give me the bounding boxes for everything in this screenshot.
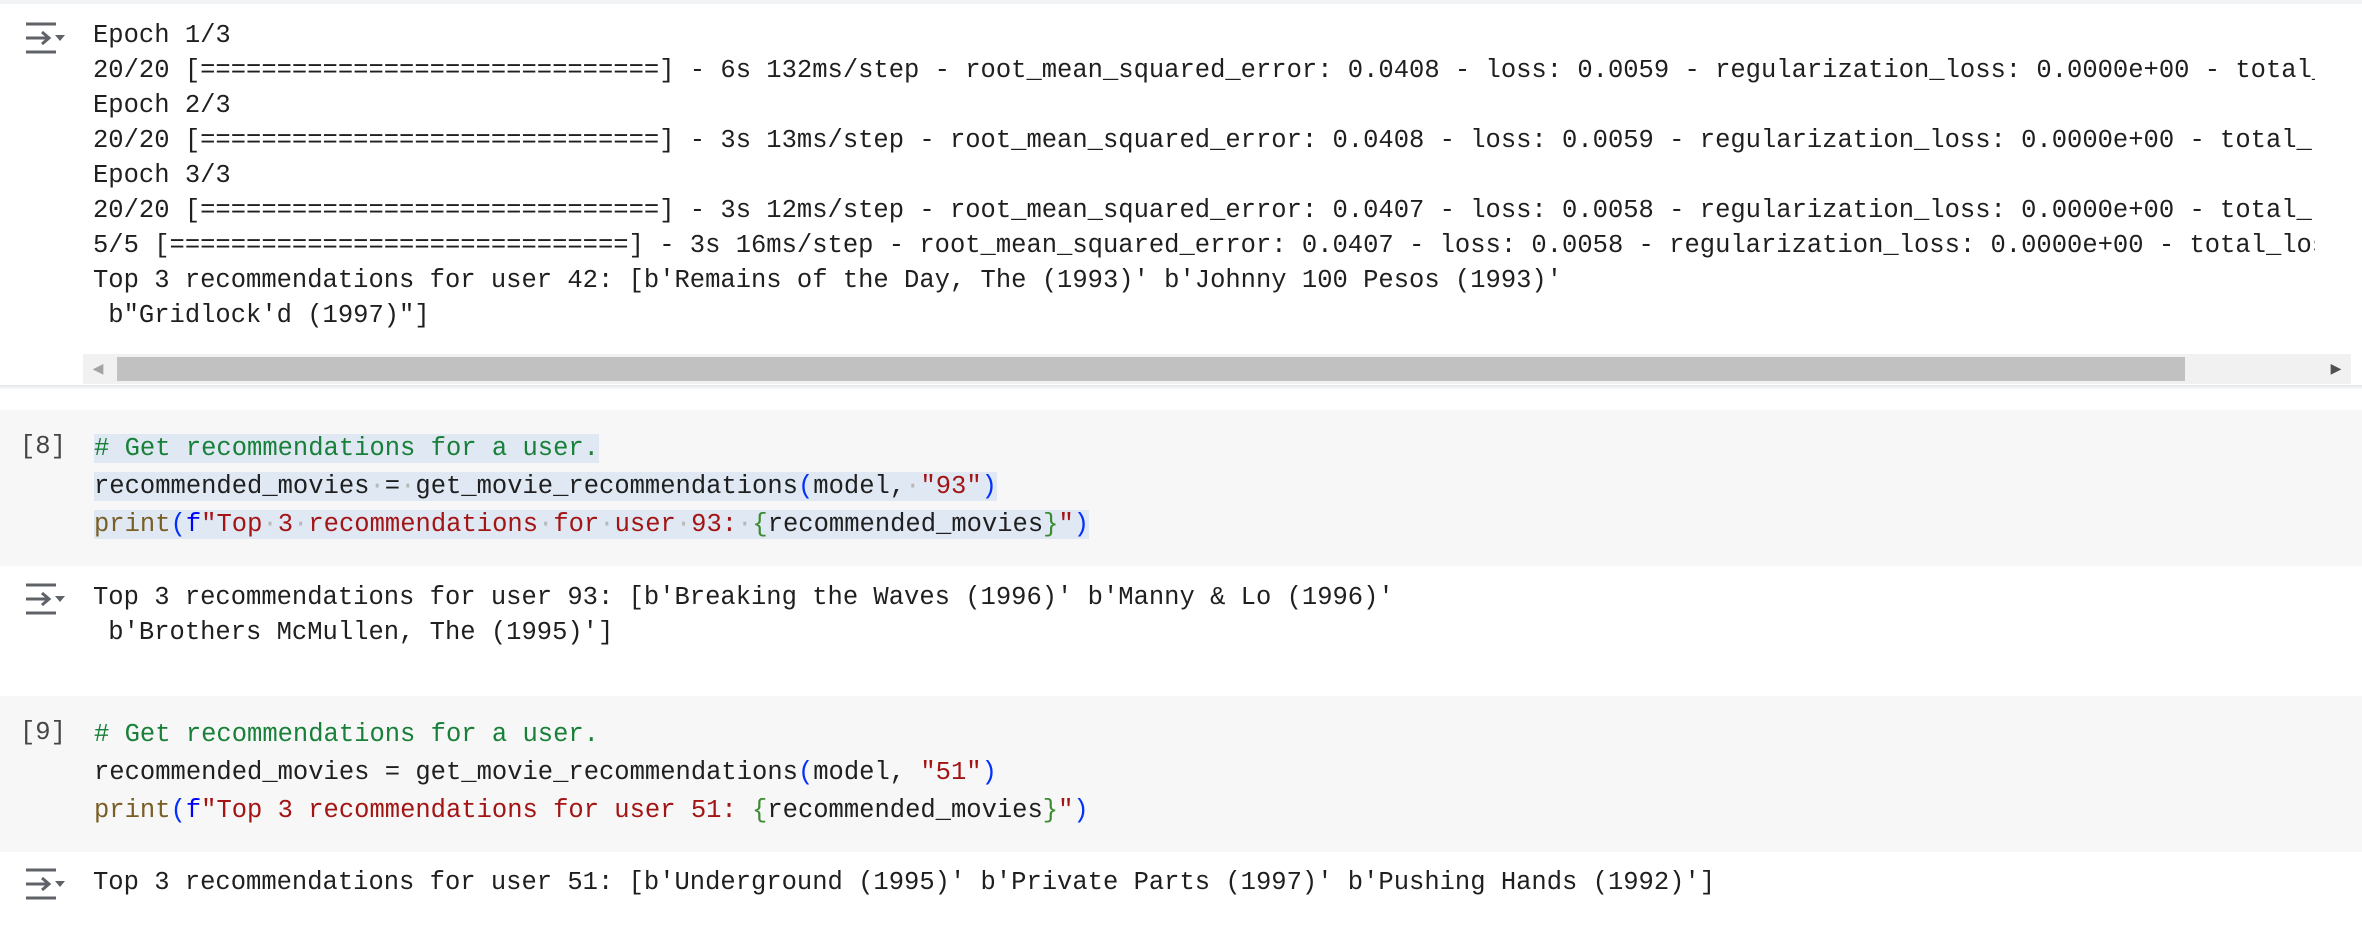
- output-text: Top 3 recommendations for user 51: [b'Un…: [93, 865, 1715, 900]
- paren: ): [1073, 510, 1090, 539]
- scrollbar-thumb[interactable]: [117, 357, 2185, 381]
- log-line: 20/20 [==============================] -…: [93, 196, 2315, 225]
- code-line: print(f"Top 3 recommendations for user 5…: [94, 792, 1089, 830]
- code-cell-9[interactable]: [9] # Get recommendations for a user. re…: [0, 696, 2362, 852]
- training-output: Epoch 1/3 20/20 [=======================…: [0, 0, 2362, 390]
- chevron-right-icon[interactable]: ▶: [2321, 354, 2351, 384]
- code-line: recommended_movies·=·get_movie_recommend…: [94, 468, 1089, 506]
- paren: ): [981, 758, 997, 787]
- log-line: 20/20 [==============================] -…: [93, 56, 2315, 85]
- expression: recommended_movies: [767, 510, 1044, 539]
- operator: ·=·: [369, 472, 416, 501]
- string-literal: "93": [920, 472, 982, 501]
- string-literal: ": [1058, 796, 1074, 825]
- horizontal-scrollbar[interactable]: ◀ ▶: [83, 354, 2351, 384]
- log-line: 20/20 [==============================] -…: [93, 126, 2315, 155]
- paren: (: [170, 796, 186, 825]
- string-literal: "51": [920, 758, 982, 787]
- output-line: Top 3 recommendations for user 51: [b'Un…: [93, 868, 1716, 897]
- code-editor[interactable]: # Get recommendations for a user. recomm…: [94, 430, 1090, 544]
- output-text: Top 3 recommendations for user 93: [b'Br…: [93, 580, 1394, 650]
- brace: }: [1042, 796, 1059, 825]
- code-line: # Get recommendations for a user.: [94, 430, 1089, 468]
- paren: (: [170, 510, 186, 539]
- fstring-prefix: f: [185, 510, 202, 539]
- execution-count: [9]: [20, 718, 66, 747]
- execution-count: [8]: [20, 432, 66, 461]
- chevron-left-icon[interactable]: ◀: [83, 354, 113, 384]
- output-collapse-icon[interactable]: [22, 866, 66, 902]
- log-line: Epoch 1/3: [93, 21, 231, 50]
- log-line: b"Gridlock'd (1997)"]: [93, 301, 430, 330]
- paren: ): [1073, 796, 1089, 825]
- fstring-prefix: f: [185, 796, 202, 825]
- operator: =: [369, 758, 416, 787]
- log-line: 5/5 [==============================] - 3…: [93, 231, 2315, 260]
- divider: [0, 385, 2362, 389]
- string-literal: ": [1058, 510, 1074, 539]
- log-line: Epoch 3/3: [93, 161, 231, 190]
- expression: recommended_movies: [767, 796, 1043, 825]
- brace: }: [1043, 510, 1059, 539]
- output-collapse-icon[interactable]: [22, 581, 66, 617]
- cell-9-output: Top 3 recommendations for user 51: [b'Un…: [0, 852, 2362, 932]
- paren: ): [981, 472, 997, 501]
- code-line: # Get recommendations for a user.: [94, 716, 1089, 754]
- string-literal: "Top 3 recommendations for user 51:: [201, 796, 753, 825]
- variable: recommended_movies: [94, 472, 370, 501]
- output-collapse-icon[interactable]: [22, 20, 66, 56]
- function-call: get_movie_recommendations: [415, 472, 798, 501]
- builtin-print: print: [94, 510, 171, 539]
- cell-8-output: Top 3 recommendations for user 93: [b'Br…: [0, 566, 2362, 696]
- brace: {: [752, 796, 768, 825]
- log-line: Epoch 2/3: [93, 91, 231, 120]
- code-line: print(f"Top·3·recommendations·for·user·9…: [94, 506, 1090, 544]
- code-editor[interactable]: # Get recommendations for a user. recomm…: [94, 716, 1089, 830]
- brace: {: [752, 510, 768, 539]
- comment: # Get recommendations for a user.: [94, 720, 599, 749]
- paren: (: [797, 758, 814, 787]
- output-scroll-area[interactable]: Epoch 1/3 20/20 [=======================…: [93, 18, 2315, 348]
- function-call: get_movie_recommendations: [415, 758, 798, 787]
- paren: (: [797, 472, 814, 501]
- divider: [0, 0, 2362, 4]
- output-line: b'Brothers McMullen, The (1995)']: [93, 618, 614, 647]
- argument: model,·: [813, 472, 921, 501]
- output-line: Top 3 recommendations for user 93: [b'Br…: [93, 583, 1394, 612]
- argument: model,: [813, 758, 921, 787]
- builtin-print: print: [94, 796, 171, 825]
- code-line: recommended_movies = get_movie_recommend…: [94, 754, 1089, 792]
- log-line: Top 3 recommendations for user 42: [b'Re…: [93, 266, 1563, 295]
- variable: recommended_movies: [94, 758, 370, 787]
- code-cell-8[interactable]: [8] # Get recommendations for a user. re…: [0, 410, 2362, 566]
- comment: # Get recommendations for a user.: [94, 434, 599, 463]
- string-literal: "Top·3·recommendations·for·user·93:·: [201, 510, 753, 539]
